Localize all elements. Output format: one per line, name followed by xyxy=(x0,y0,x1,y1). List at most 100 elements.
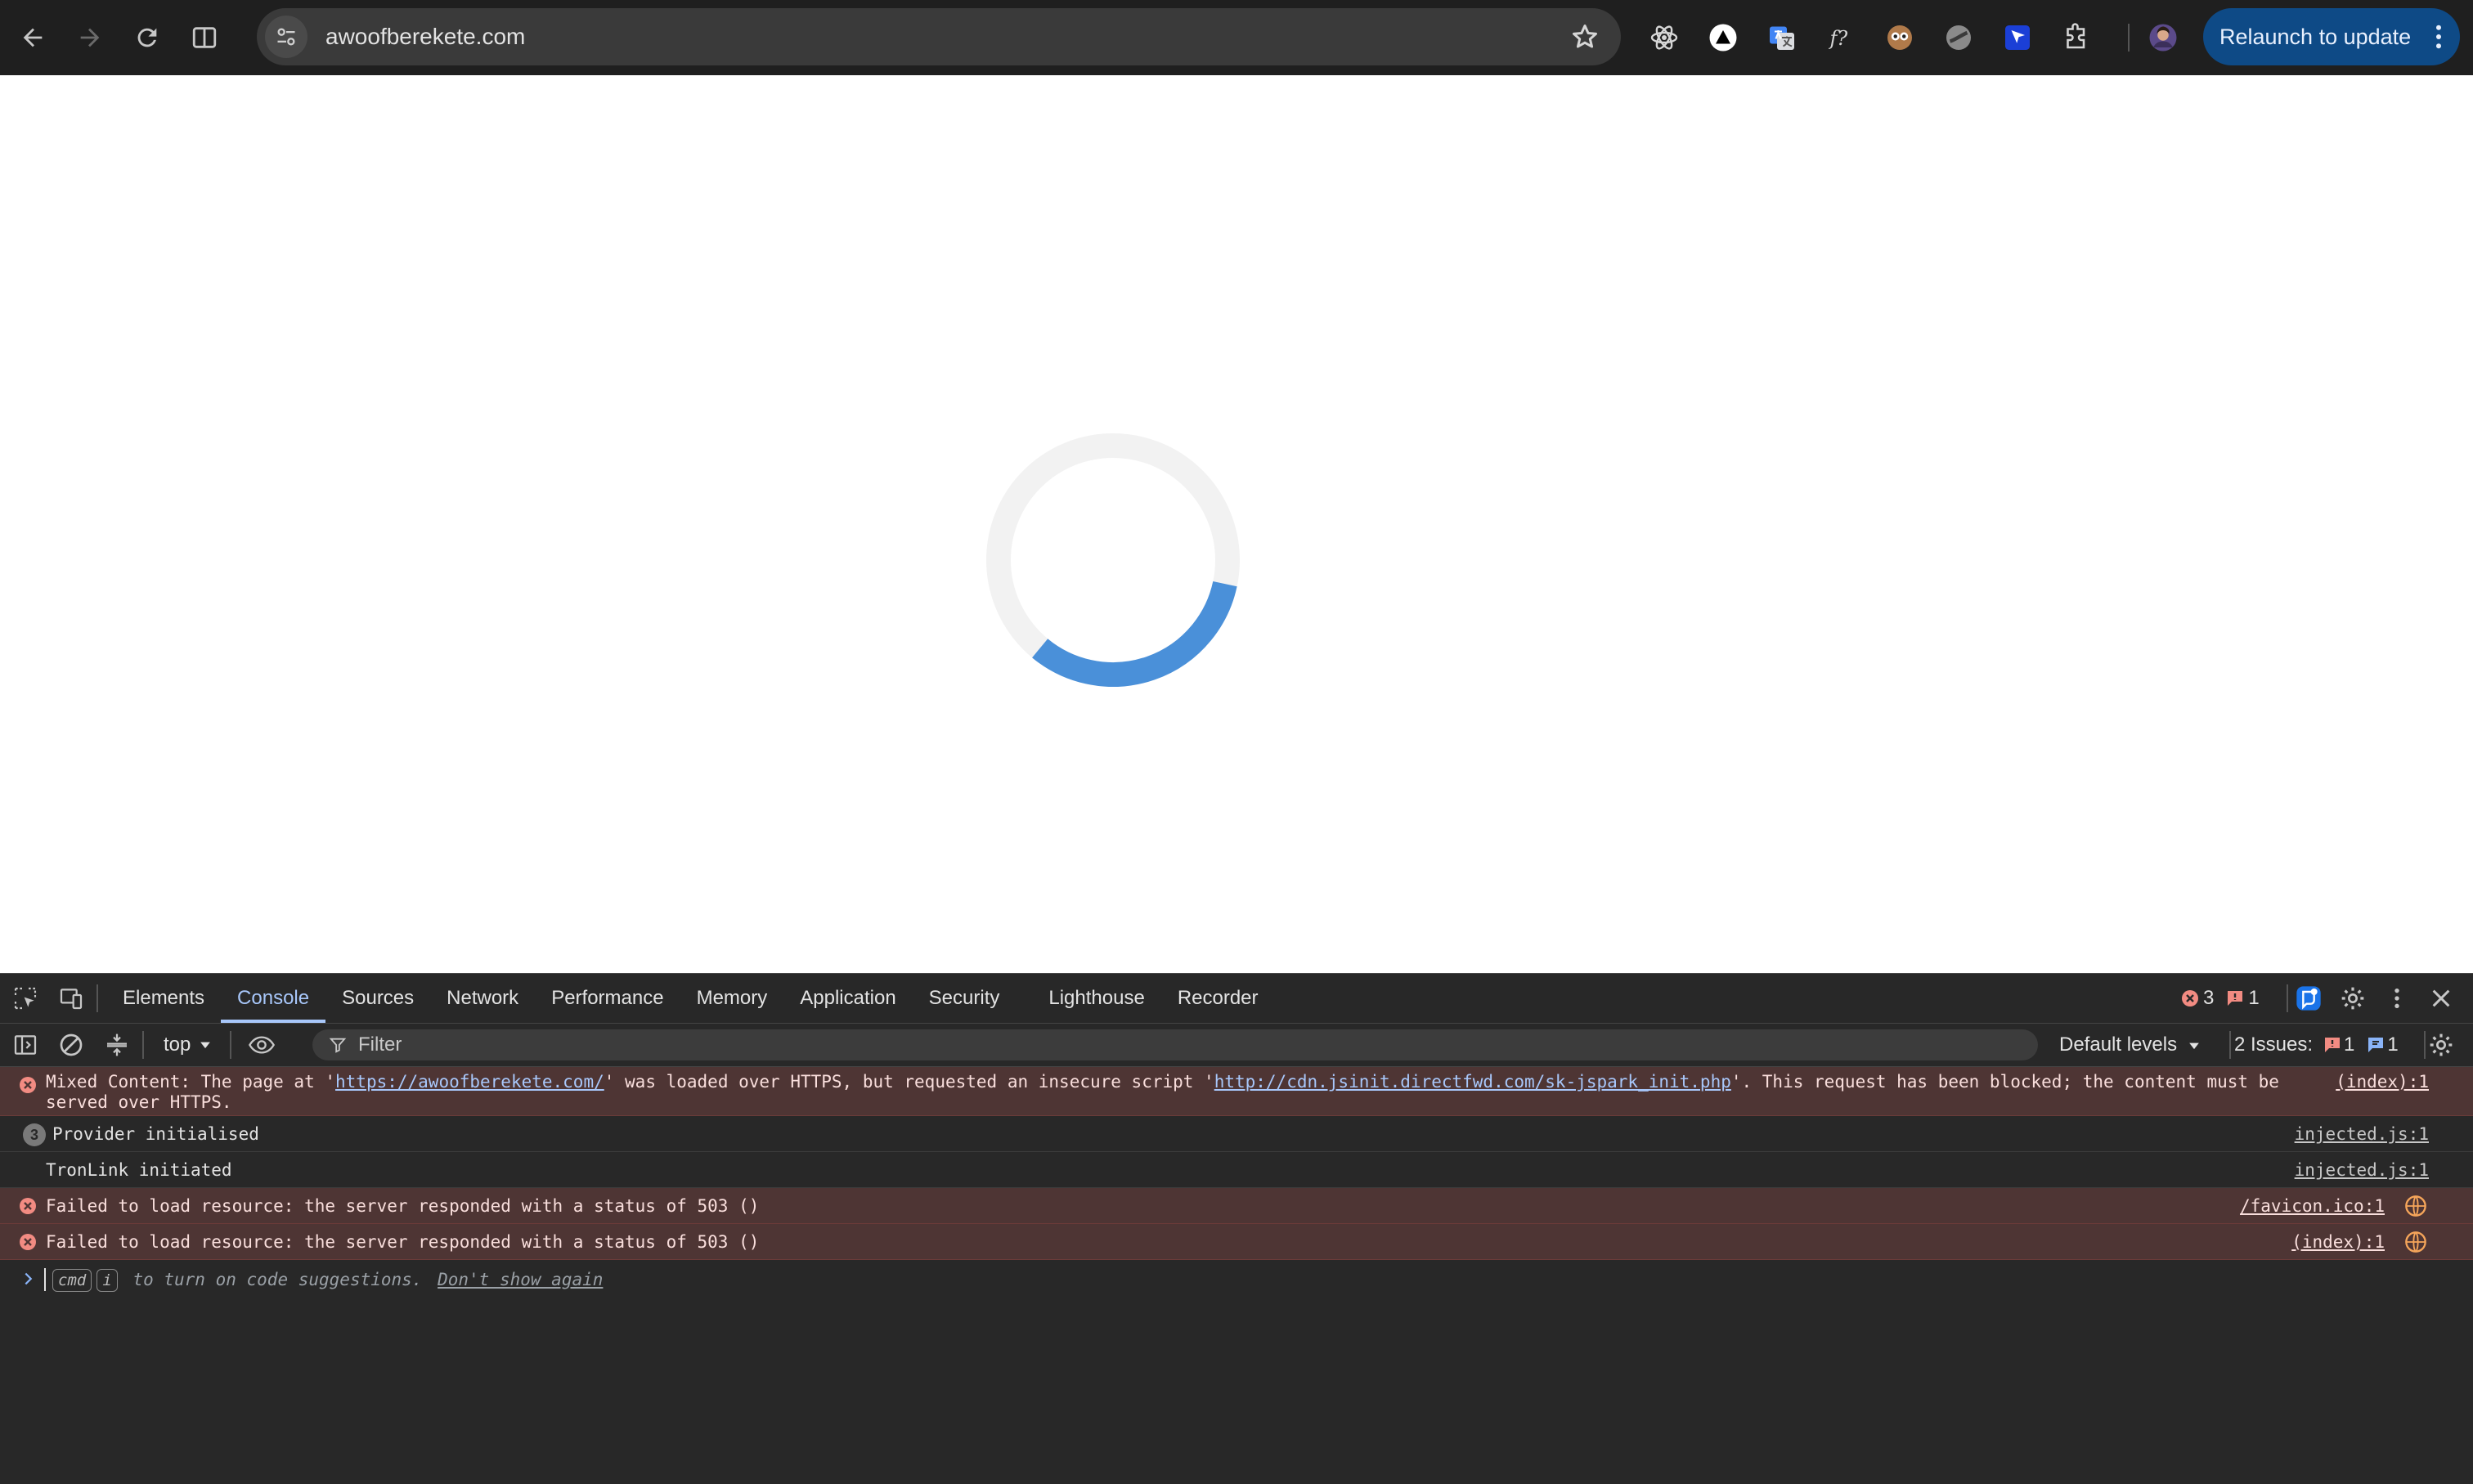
error-icon xyxy=(20,1198,36,1214)
console-prompt[interactable]: cmd i to turn on code suggestions. Don't … xyxy=(0,1260,2473,1301)
split-view-button[interactable] xyxy=(180,13,229,62)
profile-avatar[interactable] xyxy=(2144,19,2182,56)
console-messages: Mixed Content: The page at 'https://awoo… xyxy=(0,1067,2473,1301)
issue-error-icon xyxy=(2325,1038,2341,1052)
issues-counter[interactable]: 2 Issues: 1 1 xyxy=(2234,1024,2399,1066)
error-icon xyxy=(2182,990,2198,1007)
bookmark-star-icon[interactable] xyxy=(1570,22,1600,52)
tab-elements[interactable]: Elements xyxy=(106,974,221,1023)
eye-icon xyxy=(249,1036,276,1054)
console-sidebar-toggle[interactable] xyxy=(8,1028,43,1062)
page-url-link[interactable]: https://awoofberekete.com/ xyxy=(335,1072,604,1092)
context-selector[interactable]: top xyxy=(164,1033,213,1056)
script-url-link[interactable]: http://cdn.jsinit.directfwd.com/sk-jspar… xyxy=(1214,1072,1731,1092)
tab-application[interactable]: Application xyxy=(783,974,912,1023)
ai-assistance-icon xyxy=(2296,986,2321,1011)
reload-button[interactable] xyxy=(123,13,172,62)
address-bar[interactable]: awoofberekete.com xyxy=(257,8,1621,65)
filter-funnel-icon xyxy=(329,1038,347,1053)
loading-spinner xyxy=(986,433,1240,687)
text-cursor xyxy=(44,1268,46,1291)
tab-sources[interactable]: Sources xyxy=(325,974,430,1023)
tab-memory[interactable]: Memory xyxy=(680,974,784,1023)
counts-divider xyxy=(2287,984,2288,1012)
owl-extension-icon[interactable] xyxy=(1881,19,1919,56)
forward-button[interactable] xyxy=(65,13,114,62)
font-checker-icon[interactable]: f? xyxy=(1822,19,1860,56)
code-suggestions-hint: cmd i to turn on code suggestions. Don't … xyxy=(52,1268,603,1292)
clear-console-button[interactable] xyxy=(54,1028,88,1062)
tab-console[interactable]: Console xyxy=(221,974,326,1023)
devtools-settings-button[interactable] xyxy=(2336,981,2370,1015)
more-vert-icon xyxy=(2436,25,2441,49)
triangle-extension-icon[interactable] xyxy=(1704,19,1742,56)
device-toolbar-button[interactable] xyxy=(54,981,88,1015)
message-source-link[interactable]: /favicon.ico:1 xyxy=(2240,1188,2385,1224)
levels-label: Default levels xyxy=(2059,1033,2178,1056)
message-source-link[interactable]: (index):1 xyxy=(2291,1224,2385,1260)
collapse-groups-button[interactable] xyxy=(100,1028,134,1062)
cursor-extension-icon[interactable] xyxy=(1999,19,2036,56)
key-i: i xyxy=(96,1269,118,1292)
console-message-provider[interactable]: 3 Provider initialised injected.js:1 xyxy=(0,1116,2473,1152)
key-cmd: cmd xyxy=(52,1269,92,1292)
gear-icon xyxy=(2341,987,2364,1010)
message-source-link[interactable]: (index):1 xyxy=(2336,1072,2429,1092)
tab-network[interactable]: Network xyxy=(430,974,535,1023)
console-message-favicon-error[interactable]: Failed to load resource: the server resp… xyxy=(0,1188,2473,1224)
warning-count: 1 xyxy=(2248,987,2260,1009)
relaunch-to-update-button[interactable]: Relaunch to update xyxy=(2203,8,2460,65)
tab-divider xyxy=(96,984,98,1012)
arrow-right-icon xyxy=(80,28,100,47)
puzzle-extensions-icon[interactable] xyxy=(2058,19,2095,56)
console-message-mixed-content[interactable]: Mixed Content: The page at 'https://awoo… xyxy=(0,1067,2473,1116)
message-text-middle: ' was loaded over HTTPS, but requested a… xyxy=(604,1072,1214,1092)
console-message-index-error[interactable]: Failed to load resource: the server resp… xyxy=(0,1224,2473,1260)
filter-input[interactable] xyxy=(357,1033,1914,1057)
blocked-extension-icon[interactable] xyxy=(1940,19,1977,56)
network-request-icon[interactable] xyxy=(2404,1231,2427,1253)
repeat-count-badge: 3 xyxy=(23,1123,46,1146)
console-settings-button[interactable] xyxy=(2424,1028,2458,1062)
tab-recorder[interactable]: Recorder xyxy=(1161,974,1275,1023)
issues-info-count: 1 xyxy=(2387,1033,2399,1056)
google-translate-icon[interactable] xyxy=(1763,19,1801,56)
message-text: Failed to load resource: the server resp… xyxy=(46,1232,760,1252)
console-counts[interactable]: 3 1 xyxy=(2180,974,2260,1023)
console-toolbar: top Default levels 2 Issues: 1 1 xyxy=(0,1024,2473,1067)
message-source-link[interactable]: injected.js:1 xyxy=(2295,1116,2429,1152)
issues-error-count: 1 xyxy=(2344,1033,2355,1056)
block-icon xyxy=(60,1033,83,1056)
tab-lighthouse[interactable]: Lighthouse xyxy=(1032,974,1160,1023)
ai-assistance-button[interactable] xyxy=(2291,981,2326,1015)
context-divider xyxy=(230,1031,232,1059)
issues-label: 2 Issues: xyxy=(2234,1033,2314,1056)
filter-field[interactable] xyxy=(312,1029,2038,1060)
caret-down-icon xyxy=(2188,1042,2199,1049)
inspect-cursor-icon xyxy=(14,987,37,1010)
tab-security[interactable]: Security xyxy=(913,974,1017,1023)
split-view-icon xyxy=(192,27,217,48)
live-expression-button[interactable] xyxy=(245,1028,279,1062)
sidebar-icon xyxy=(14,1035,37,1055)
toolbar-divider xyxy=(2128,24,2130,52)
tab-performance[interactable]: Performance xyxy=(535,974,680,1023)
svg-text:f?: f? xyxy=(1829,27,1848,50)
filter-divider xyxy=(142,1031,144,1059)
devtools-more-button[interactable] xyxy=(2380,981,2414,1015)
back-button[interactable] xyxy=(8,13,57,62)
react-devtools-icon[interactable] xyxy=(1645,19,1683,56)
url-text[interactable]: awoofberekete.com xyxy=(325,24,525,50)
issue-info-icon xyxy=(2368,1038,2384,1052)
network-request-icon[interactable] xyxy=(2404,1195,2427,1217)
devtools-panel: Elements Console Sources Network Perform… xyxy=(0,973,2473,1484)
dont-show-again-link[interactable]: Don't show again xyxy=(438,1270,603,1289)
site-info-button[interactable] xyxy=(265,16,307,58)
relaunch-label: Relaunch to update xyxy=(2219,24,2412,49)
console-message-tronlink[interactable]: TronLink initiated injected.js:1 xyxy=(0,1152,2473,1188)
browser-toolbar: awoofberekete.com f? Relaunch to update xyxy=(0,0,2473,75)
log-levels-dropdown[interactable]: Default levels xyxy=(2059,1024,2202,1066)
devtools-close-button[interactable] xyxy=(2424,981,2458,1015)
message-source-link[interactable]: injected.js:1 xyxy=(2295,1152,2429,1188)
inspect-element-button[interactable] xyxy=(8,981,43,1015)
